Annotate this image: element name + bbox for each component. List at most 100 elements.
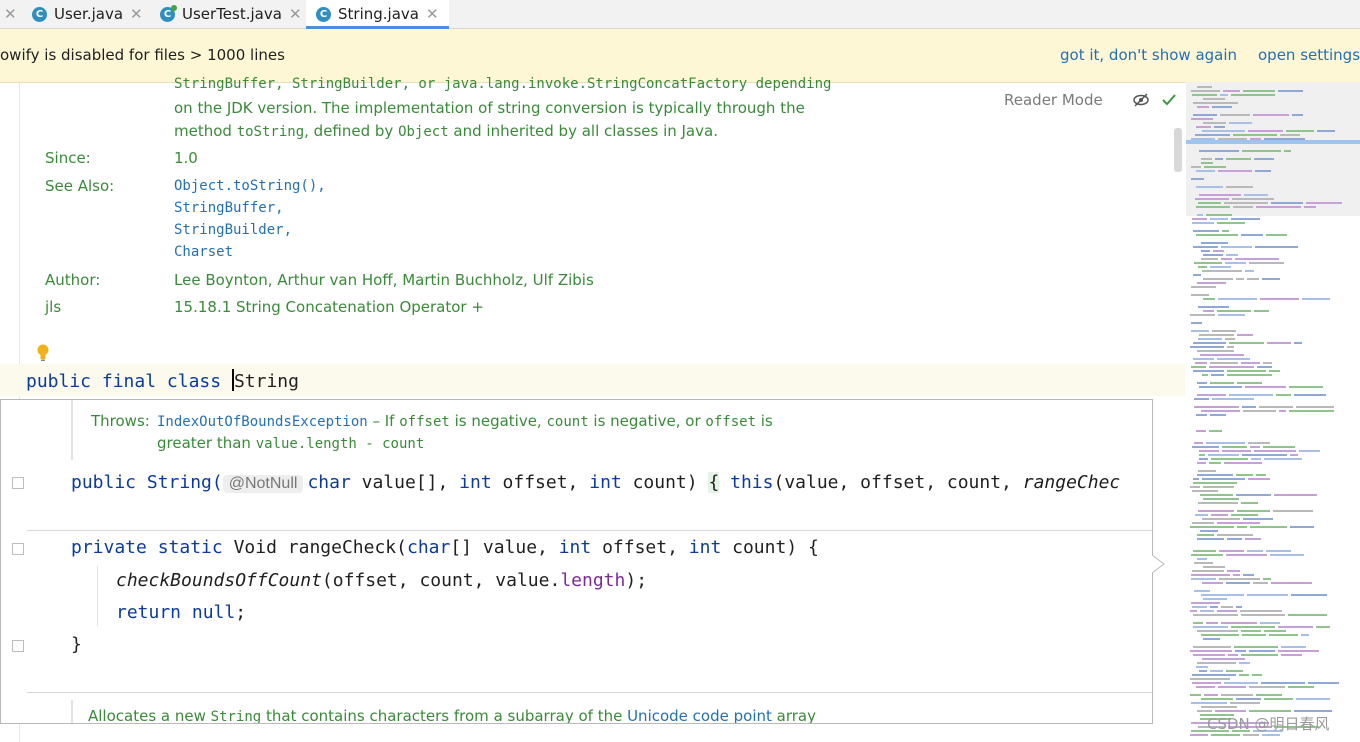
minimap-line (1302, 298, 1330, 300)
minimap-line (1253, 582, 1268, 584)
minimap-line (1247, 278, 1259, 280)
minimap-line (1242, 454, 1287, 456)
minimap[interactable] (1186, 82, 1360, 742)
minimap-line (1278, 90, 1303, 92)
minimap-line (1193, 370, 1224, 372)
minimap-line (1236, 698, 1261, 700)
author-label: Author: (45, 271, 101, 289)
minimap-line (1193, 342, 1226, 344)
minimap-line (1217, 610, 1237, 612)
minimap-line (1192, 674, 1236, 676)
eye-slash-icon[interactable] (1132, 91, 1150, 109)
minimap-line (1197, 86, 1212, 88)
minimap-line (1232, 198, 1274, 200)
tab-string-java[interactable]: C String.java ✕ (306, 0, 449, 29)
minimap-line (1296, 698, 1330, 700)
tab-user-java[interactable]: C User.java ✕ (32, 0, 143, 28)
minimap-line (1193, 614, 1238, 616)
fold-marker[interactable] (12, 543, 24, 555)
see-also-link[interactable]: Charset (174, 244, 233, 260)
minimap-line (1228, 654, 1238, 656)
method-body-line: return null; (116, 602, 247, 623)
minimap-line (1237, 382, 1262, 384)
minimap-line (1199, 194, 1241, 196)
minimap-line (1197, 106, 1209, 108)
minimap-line (1224, 462, 1262, 464)
see-also-link[interactable]: Object.toString(), (174, 178, 326, 194)
minimap-line (1281, 646, 1306, 648)
minimap-line (1201, 634, 1239, 636)
separator (27, 530, 1152, 531)
fold-marker[interactable] (12, 477, 24, 489)
minimap-line (1257, 366, 1272, 368)
minimap-line (1196, 430, 1206, 432)
minimap-line (1222, 450, 1251, 452)
reader-mode-toggle[interactable]: Reader Mode (1004, 91, 1103, 109)
minimap-line (1218, 170, 1252, 172)
minimap-line (1204, 166, 1226, 168)
minimap-line (1316, 626, 1330, 628)
minimap-line (1221, 694, 1253, 696)
minimap-line (1241, 654, 1278, 656)
minimap-line (1226, 554, 1267, 556)
minimap-line (1191, 602, 1220, 604)
minimap-line (1197, 710, 1212, 712)
lightbulb-icon[interactable] (36, 344, 50, 362)
minimap-line (1256, 206, 1301, 208)
minimap-line (1227, 374, 1272, 376)
close-icon[interactable]: ✕ (4, 5, 17, 23)
minimap-line (1226, 582, 1250, 584)
minimap-line (1273, 510, 1313, 512)
minimap-line (1276, 394, 1291, 396)
minimap-line (1210, 670, 1223, 672)
doc-summary: Allocates a new String that contains cha… (88, 707, 816, 724)
minimap-line (1199, 386, 1242, 388)
method-signature: private static Void rangeCheck(char[] va… (71, 537, 819, 558)
minimap-line (1206, 214, 1232, 216)
minimap-line (1195, 198, 1229, 200)
minimap-line (1224, 202, 1268, 204)
minimap-line (1199, 150, 1239, 152)
minimap-line (1229, 122, 1252, 124)
minimap-line (1210, 414, 1226, 416)
dismiss-link[interactable]: got it, don't show again (1060, 46, 1237, 64)
popup-pointer (1152, 555, 1165, 573)
minimap-line (1203, 566, 1225, 568)
minimap-line (1243, 90, 1275, 92)
close-icon[interactable]: ✕ (289, 5, 302, 23)
minimap-line (1294, 342, 1302, 344)
minimap-line (1243, 574, 1254, 576)
vertical-scrollbar[interactable] (1174, 128, 1182, 172)
fold-marker[interactable] (12, 640, 24, 652)
minimap-line (1292, 114, 1303, 116)
minimap-line (1242, 406, 1256, 408)
close-icon[interactable]: ✕ (426, 5, 439, 23)
minimap-line (1247, 550, 1263, 552)
minimap-line (1208, 454, 1239, 456)
minimap-line (1193, 274, 1201, 276)
minimap-line (1279, 410, 1286, 412)
minimap-line (1193, 654, 1225, 656)
minimap-line (1308, 682, 1339, 684)
tab-usertest-java[interactable]: C UserTest.java ✕ (160, 0, 302, 28)
class-declaration-line[interactable]: public final class String (0, 364, 1185, 396)
see-also-link[interactable]: StringBuilder, (174, 222, 292, 238)
see-also-link[interactable]: StringBuffer, (174, 200, 284, 216)
minimap-line (1191, 366, 1206, 368)
minimap-line (1221, 258, 1232, 260)
minimap-line (1222, 230, 1229, 232)
close-icon[interactable]: ✕ (130, 5, 143, 23)
minimap-line (1264, 458, 1302, 460)
open-settings-link[interactable]: open settings (1258, 46, 1360, 64)
minimap-line (1196, 686, 1215, 688)
minimap-line (1196, 126, 1211, 128)
minimap-line (1306, 202, 1342, 204)
minimap-line (1249, 262, 1284, 264)
separator (27, 692, 1152, 693)
minimap-line (1191, 578, 1216, 580)
minimap-line (1199, 458, 1208, 460)
minimap-line (1225, 338, 1235, 340)
minimap-line (1304, 206, 1316, 208)
indent-guide (97, 566, 98, 626)
minimap-line (1274, 494, 1317, 496)
